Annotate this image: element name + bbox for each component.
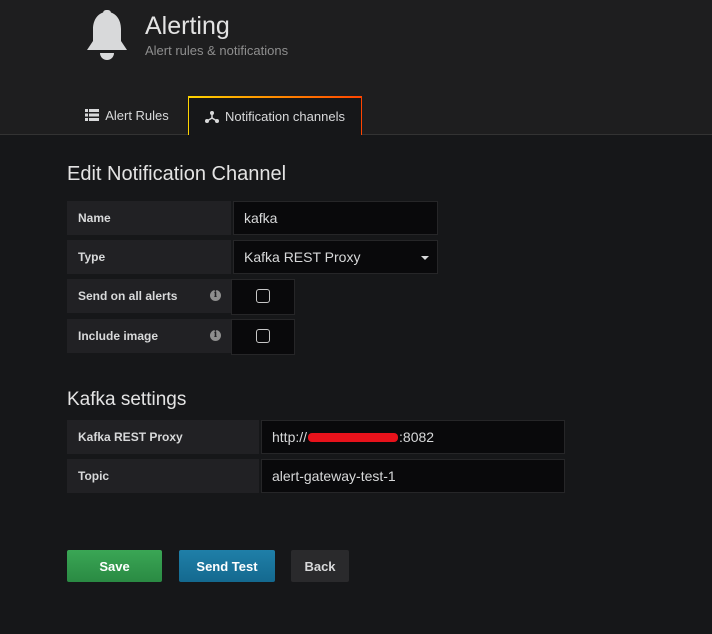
edit-channel-heading: Edit Notification Channel (67, 163, 287, 185)
page-subtitle: Alert rules & notifications (145, 43, 289, 58)
include-image-checkbox[interactable] (256, 329, 270, 343)
send-all-label: Send on all alerts i (67, 279, 231, 313)
include-image-label: Include image i (67, 319, 231, 353)
topic-input[interactable]: alert-gateway-test-1 (261, 459, 565, 493)
kafka-proxy-suffix: :8082 (399, 429, 435, 445)
topic-label: Topic (67, 459, 259, 493)
save-button[interactable]: Save (67, 550, 162, 582)
kafka-proxy-label: Kafka REST Proxy (67, 420, 259, 454)
include-image-checkbox-container (231, 319, 295, 355)
page-header: Alerting Alert rules & notifications Ale… (0, 0, 712, 135)
type-label: Type (67, 240, 231, 274)
redaction-mark (308, 432, 399, 442)
send-all-checkbox-container (231, 279, 295, 315)
back-button[interactable]: Back (291, 550, 349, 582)
send-all-label-text: Send on all alerts (78, 289, 178, 303)
tab-alert-rules-label: Alert Rules (105, 107, 169, 123)
name-label: Name (67, 201, 231, 235)
type-select[interactable]: Kafka REST Proxy (233, 240, 438, 274)
send-all-checkbox[interactable] (256, 289, 270, 303)
caret-down-icon (421, 256, 429, 260)
tab-alert-rules[interactable]: Alert Rules (66, 96, 188, 134)
info-icon[interactable]: i (210, 330, 221, 341)
share-icon (205, 111, 220, 123)
send-test-button[interactable]: Send Test (179, 550, 275, 582)
info-icon[interactable]: i (210, 290, 221, 301)
page-title: Alerting (145, 12, 230, 40)
kafka-proxy-prefix: http:// (272, 429, 308, 445)
tab-notification-channels[interactable]: Notification channels (188, 96, 362, 135)
include-image-label-text: Include image (78, 329, 159, 343)
kafka-proxy-input[interactable]: http:// :8082 (261, 420, 565, 454)
kafka-settings-heading: Kafka settings (67, 389, 187, 410)
bell-icon (87, 10, 127, 60)
type-select-value: Kafka REST Proxy (244, 249, 361, 265)
tab-notification-channels-label: Notification channels (225, 109, 345, 124)
name-input[interactable]: kafka (233, 201, 438, 235)
list-icon (85, 109, 100, 121)
